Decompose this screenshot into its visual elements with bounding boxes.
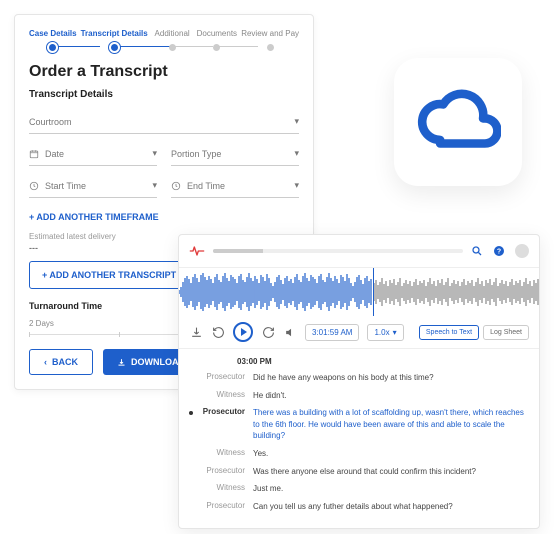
transcript-line[interactable]: Witness Just me.: [189, 483, 529, 495]
step-label: Documents: [196, 29, 237, 38]
step-label: Case Details: [29, 29, 77, 38]
step-transcript-details[interactable]: Transcript Details: [81, 29, 148, 51]
line-text: Yes.: [253, 448, 529, 460]
chevron-down-icon: ▾: [294, 148, 299, 159]
line-text: He didn't.: [253, 390, 529, 402]
download-audio-button[interactable]: [189, 325, 203, 339]
start-time-field[interactable]: Start Time ▾: [29, 174, 157, 198]
rewind-button[interactable]: [211, 325, 225, 339]
play-icon: [241, 328, 247, 336]
volume-button[interactable]: [283, 325, 297, 339]
field-label: Portion Type: [171, 149, 221, 159]
transcript-line[interactable]: Prosecutor Did he have any weapons on hi…: [189, 372, 529, 384]
back-label: BACK: [52, 357, 78, 367]
cloud-badge: [394, 58, 522, 186]
transcript-line[interactable]: Prosecutor Was there anyone else around …: [189, 466, 529, 478]
playhead-indicator[interactable]: [373, 268, 374, 316]
page-title: Order a Transcript: [29, 63, 299, 81]
courtroom-select[interactable]: Courtroom ▾: [29, 110, 299, 134]
back-button[interactable]: ‹ BACK: [29, 349, 93, 375]
current-marker-icon: [189, 411, 193, 415]
playback-rate-select[interactable]: 1.0x ▾: [367, 324, 403, 341]
pulse-logo-icon: [189, 243, 205, 259]
field-label: Courtroom: [29, 117, 72, 127]
line-text: Can you tell us any futher details about…: [253, 501, 529, 513]
waveform-svg: [179, 268, 539, 316]
calendar-icon: [29, 149, 39, 159]
step-review-pay[interactable]: Review and Pay: [241, 29, 299, 51]
transcript-body: 03:00 PM Prosecutor Did he have any weap…: [179, 349, 539, 528]
user-avatar-icon[interactable]: [515, 244, 529, 258]
step-label: Transcript Details: [81, 29, 148, 38]
play-button[interactable]: [233, 322, 253, 342]
step-dot-icon: [111, 44, 118, 51]
chevron-down-icon: ▾: [294, 116, 299, 127]
field-label: End Time: [187, 181, 225, 191]
section-label: Transcript Details: [29, 89, 299, 100]
tab-speech-to-text[interactable]: Speech to Text: [419, 325, 479, 340]
chevron-down-icon: ▾: [294, 180, 299, 191]
end-time-field[interactable]: End Time ▾: [171, 174, 299, 198]
step-case-details[interactable]: Case Details: [29, 29, 77, 51]
line-text: Was there anyone else around that could …: [253, 466, 529, 478]
step-dot-icon: [49, 44, 56, 51]
speaker-label: Witness: [201, 390, 245, 399]
chevron-down-icon: ▾: [152, 148, 157, 159]
time-display[interactable]: 3:01:59 AM: [305, 324, 359, 341]
transcript-line[interactable]: Prosecutor Can you tell us any futher de…: [189, 501, 529, 513]
step-dot-icon: [169, 44, 176, 51]
transcript-line[interactable]: Prosecutor There was a building with a l…: [189, 407, 529, 442]
download-label: DOWNLOAD: [131, 357, 185, 367]
line-text: Just me.: [253, 483, 529, 495]
transcript-line[interactable]: Witness Yes.: [189, 448, 529, 460]
step-additional[interactable]: Additional: [152, 29, 193, 51]
add-timeframe-button[interactable]: + ADD ANOTHER TIMEFRAME: [29, 206, 159, 228]
help-icon[interactable]: ?: [493, 245, 505, 257]
time-marker: 03:00 PM: [237, 357, 529, 366]
speaker-label: Prosecutor: [201, 466, 245, 475]
chevron-down-icon: ▾: [152, 180, 157, 191]
transcript-player-panel: ?: [178, 234, 540, 529]
step-dot-icon: [267, 44, 274, 51]
chevron-down-icon: ▾: [393, 328, 397, 337]
svg-text:?: ?: [497, 249, 501, 256]
step-line: [217, 46, 258, 47]
speaker-label: Prosecutor: [201, 372, 245, 381]
time-value: 3:01:59 AM: [312, 328, 352, 337]
field-label: Date: [45, 149, 64, 159]
tab-log-sheet[interactable]: Log Sheet: [483, 325, 529, 340]
step-documents[interactable]: Documents: [196, 29, 237, 51]
clock-icon: [171, 181, 181, 191]
line-text: There was a building with a lot of scaff…: [253, 407, 529, 442]
speaker-label: Prosecutor: [201, 501, 245, 510]
field-label: Start Time: [45, 181, 86, 191]
step-line: [53, 46, 101, 47]
add-transcript-button[interactable]: + ADD ANOTHER TRANSCRIPT: [29, 261, 189, 289]
progress-steps: Case Details Transcript Details Addition…: [29, 29, 299, 51]
search-icon[interactable]: [471, 245, 483, 257]
date-field[interactable]: Date ▾: [29, 142, 157, 166]
step-line: [172, 46, 213, 47]
portion-type-select[interactable]: Portion Type ▾: [171, 142, 299, 166]
cloud-icon: [415, 79, 501, 165]
player-controls: 3:01:59 AM 1.0x ▾ Speech to Text Log She…: [179, 316, 539, 349]
turnaround-min: 2 Days: [29, 319, 54, 328]
download-icon: [117, 358, 126, 367]
top-scrubber[interactable]: [213, 249, 463, 253]
player-top-bar: ?: [179, 235, 539, 268]
transcript-line[interactable]: Witness He didn't.: [189, 390, 529, 402]
line-text: Did he have any weapons on his body at t…: [253, 372, 529, 384]
step-dot-icon: [213, 44, 220, 51]
speaker-label: Witness: [201, 448, 245, 457]
step-label: Review and Pay: [241, 29, 299, 38]
speaker-label: Prosecutor: [201, 407, 245, 416]
clock-icon: [29, 181, 39, 191]
speaker-label: Witness: [201, 483, 245, 492]
waveform[interactable]: [179, 268, 539, 316]
forward-button[interactable]: [261, 325, 275, 339]
rate-value: 1.0x: [374, 328, 389, 337]
step-label: Additional: [152, 29, 193, 38]
chevron-left-icon: ‹: [44, 357, 47, 367]
